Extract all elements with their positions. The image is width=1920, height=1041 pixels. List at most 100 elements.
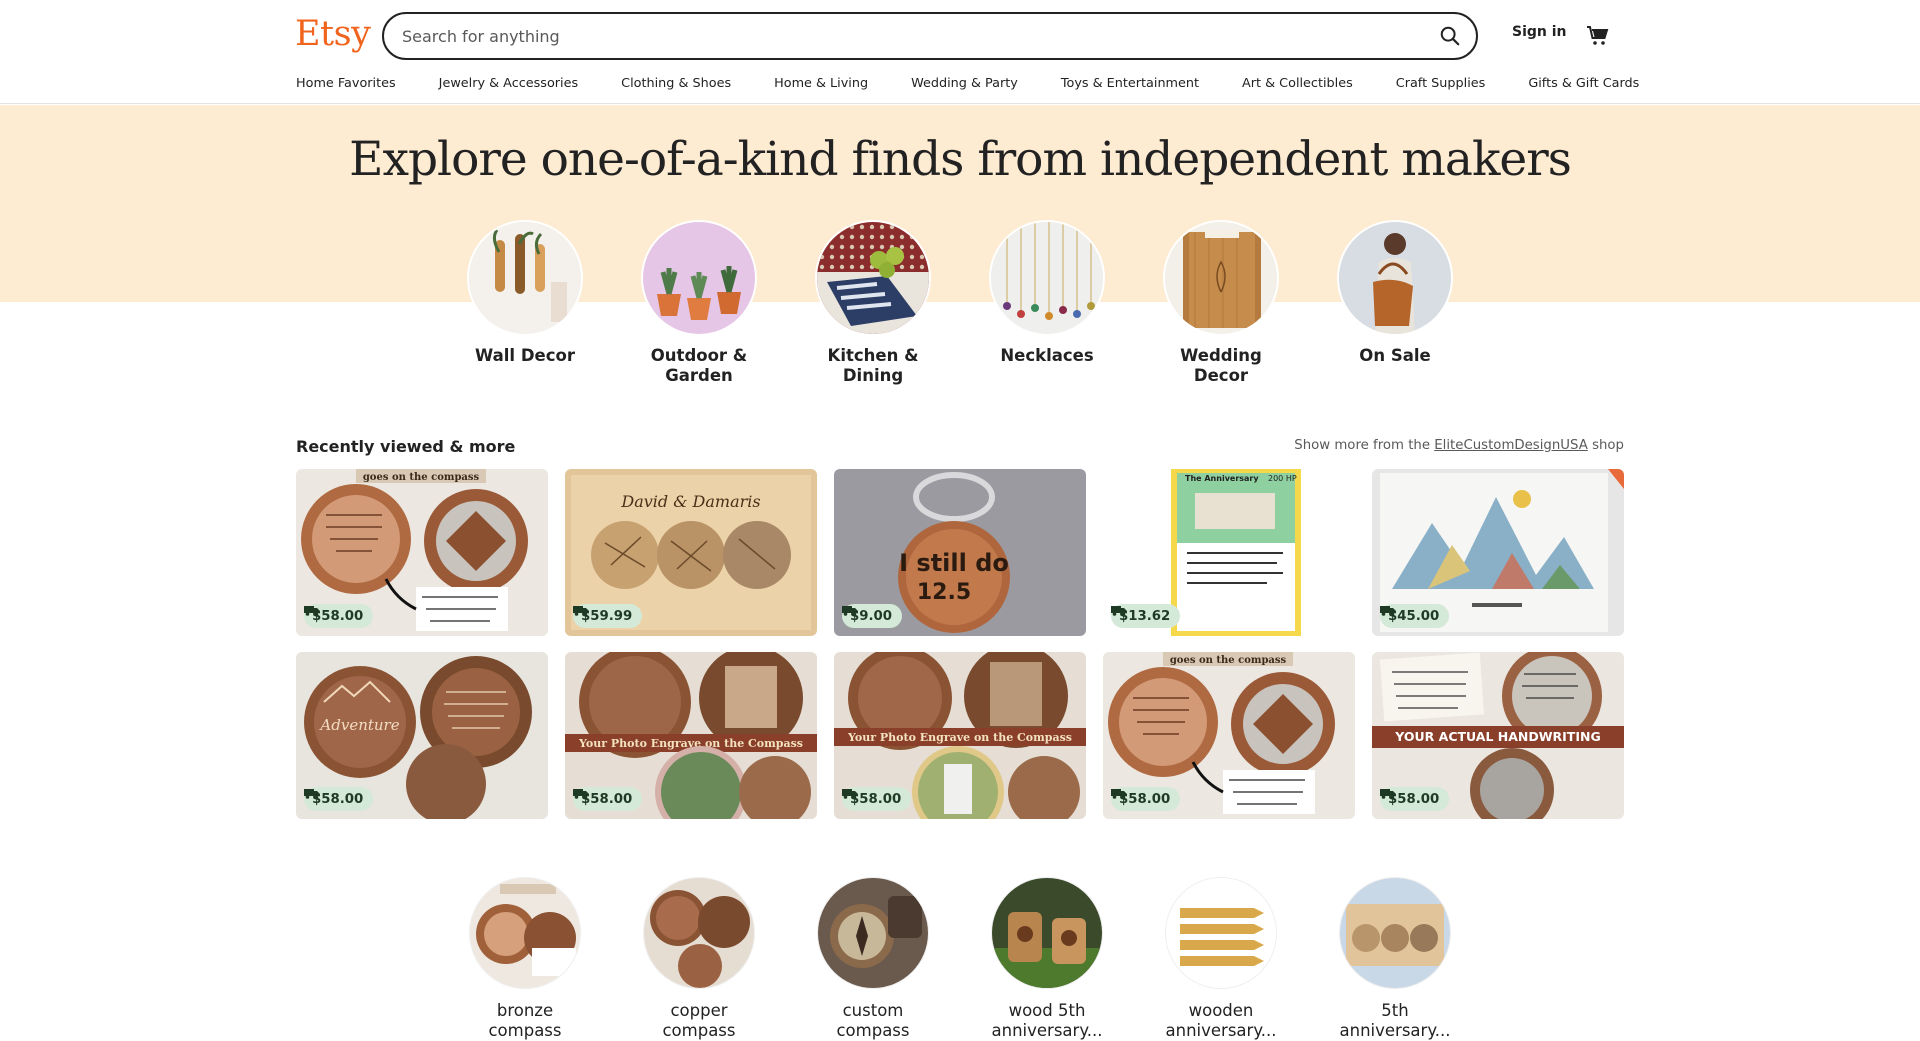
price-badge: $9.00 <box>842 604 903 628</box>
tile-text: I still do <box>899 549 1009 577</box>
cart-button[interactable] <box>1582 20 1614 52</box>
nav-gifts[interactable]: Gifts & Gift Cards <box>1528 76 1639 91</box>
related-label: custom compass <box>803 1001 943 1041</box>
price-badge: $58.00 <box>573 787 643 811</box>
category-image <box>1337 220 1453 336</box>
related-label-line2: compass <box>662 1021 736 1040</box>
related-label-line2: anniversary... <box>1339 1021 1451 1040</box>
truck-icon <box>842 789 858 799</box>
related-label-line2: anniversary... <box>991 1021 1103 1040</box>
related-label-line2: anniversary... <box>1165 1021 1277 1040</box>
nav-wedding[interactable]: Wedding & Party <box>911 76 1018 91</box>
tile-banner-text: goes on the compass <box>1170 655 1287 666</box>
related-search-item[interactable]: wood 5th anniversary... <box>977 877 1117 1041</box>
price-badge: $13.62 <box>1111 604 1181 628</box>
related-image <box>1339 877 1451 989</box>
category-wedding-decor[interactable]: Wedding Decor <box>1151 220 1291 386</box>
show-more-suffix: shop <box>1592 438 1624 453</box>
product-card[interactable]: goes on the compass $58.00 <box>296 469 548 636</box>
price-badge: $58.00 <box>1380 787 1450 811</box>
etsy-logo[interactable]: Etsy <box>295 14 371 54</box>
nav-home-living[interactable]: Home & Living <box>774 76 868 91</box>
search-icon <box>1440 26 1460 46</box>
category-image <box>1163 220 1279 336</box>
truck-icon <box>304 606 320 616</box>
product-card[interactable]: Adventure $58.00 <box>296 652 548 819</box>
category-on-sale[interactable]: On Sale <box>1325 220 1465 366</box>
related-search-item[interactable]: bronze compass <box>455 877 595 1041</box>
product-card[interactable]: I still do 12.5 $9.00 <box>834 469 1086 636</box>
truck-icon <box>1380 789 1396 799</box>
truck-icon <box>1111 606 1127 616</box>
related-image <box>469 877 581 989</box>
nav-jewelry[interactable]: Jewelry & Accessories <box>439 76 579 91</box>
category-label: Wedding Decor <box>1180 346 1262 385</box>
product-card[interactable]: Your Photo Engrave on the Compass $58.00 <box>565 652 817 819</box>
price-badge: $58.00 <box>842 787 912 811</box>
truck-icon <box>573 789 589 799</box>
related-label-line1: wood 5th <box>1008 1001 1086 1020</box>
product-card[interactable]: $45.00 <box>1372 469 1624 636</box>
related-image <box>643 877 755 989</box>
shop-link[interactable]: EliteCustomDesignUSA <box>1434 438 1588 453</box>
category-label: Wall Decor <box>475 346 575 365</box>
nav-home-favorites[interactable]: Home Favorites <box>296 76 396 91</box>
truck-icon <box>842 606 858 616</box>
nav-craft[interactable]: Craft Supplies <box>1396 76 1486 91</box>
related-image <box>817 877 929 989</box>
category-kitchen-dining[interactable]: Kitchen & Dining <box>803 220 943 386</box>
price-badge: $59.99 <box>573 604 643 628</box>
related-label-line2: compass <box>488 1021 562 1040</box>
recently-viewed-title: Recently viewed & more <box>296 437 516 456</box>
related-image <box>1165 877 1277 989</box>
truck-icon <box>573 606 589 616</box>
site-header: Etsy Sign in Home Favorites Jewelry & Ac… <box>0 0 1920 104</box>
product-card[interactable]: Your Photo Engrave on the Compass $58.00 <box>834 652 1086 819</box>
tile-number: 12.5 <box>917 580 971 605</box>
category-necklaces[interactable]: Necklaces <box>977 220 1117 366</box>
search-button[interactable] <box>1432 18 1468 54</box>
truck-icon <box>1111 789 1127 799</box>
related-label-line1: copper <box>670 1001 728 1020</box>
product-card[interactable]: goes on the compass $58.00 <box>1103 652 1355 819</box>
related-search-item[interactable]: 5th anniversary... <box>1325 877 1465 1041</box>
category-wall-decor[interactable]: Wall Decor <box>455 220 595 366</box>
sign-in-link[interactable]: Sign in <box>1500 24 1579 46</box>
category-label: Kitchen & Dining <box>827 346 919 385</box>
related-search-item[interactable]: wooden anniversary... <box>1151 877 1291 1041</box>
category-image <box>641 220 757 336</box>
nav-toys[interactable]: Toys & Entertainment <box>1061 76 1199 91</box>
product-card[interactable]: YOUR ACTUAL HANDWRITING $58.00 <box>1372 652 1624 819</box>
category-nav: Home Favorites Jewelry & Accessories Clo… <box>296 76 1639 91</box>
related-search-item[interactable]: copper compass <box>629 877 769 1041</box>
cart-icon <box>1587 26 1609 45</box>
show-more-prefix: Show more from the <box>1294 438 1431 453</box>
nav-art[interactable]: Art & Collectibles <box>1242 76 1353 91</box>
hero-title: Explore one-of-a-kind finds from indepen… <box>349 132 1572 187</box>
related-search-item[interactable]: custom compass <box>803 877 943 1041</box>
tile-banner-text: goes on the compass <box>363 472 480 483</box>
tile-title-text: The Anniversary <box>1185 474 1259 483</box>
tile-hp-text: 200 HP <box>1268 474 1297 483</box>
tile-text: Adventure <box>318 716 399 734</box>
related-label: 5th anniversary... <box>1325 1001 1465 1041</box>
related-label-line1: 5th <box>1381 1001 1409 1020</box>
search-bar <box>382 12 1478 60</box>
category-outdoor-garden[interactable]: Outdoor & Garden <box>629 220 769 386</box>
product-card[interactable]: David & Damaris $59.99 <box>565 469 817 636</box>
tile-banner-text: Your Photo Engrave on the Compass <box>847 731 1072 744</box>
nav-clothing[interactable]: Clothing & Shoes <box>621 76 731 91</box>
product-card[interactable]: The Anniversary 200 HP $13.62 <box>1103 469 1355 636</box>
search-input[interactable] <box>402 24 1382 48</box>
related-label-line1: custom <box>842 1001 904 1020</box>
category-label: Necklaces <box>1000 346 1094 365</box>
show-more-shop: Show more from the EliteCustomDesignUSA … <box>1294 438 1624 453</box>
tile-banner-text: YOUR ACTUAL HANDWRITING <box>1394 729 1600 744</box>
category-label: Outdoor & Garden <box>650 346 748 385</box>
tile-names-text: David & Damaris <box>620 492 760 511</box>
price-badge: $58.00 <box>304 604 374 628</box>
related-label-line1: wooden <box>1188 1001 1254 1020</box>
category-image <box>989 220 1105 336</box>
category-label: On Sale <box>1359 346 1431 365</box>
category-image <box>467 220 583 336</box>
